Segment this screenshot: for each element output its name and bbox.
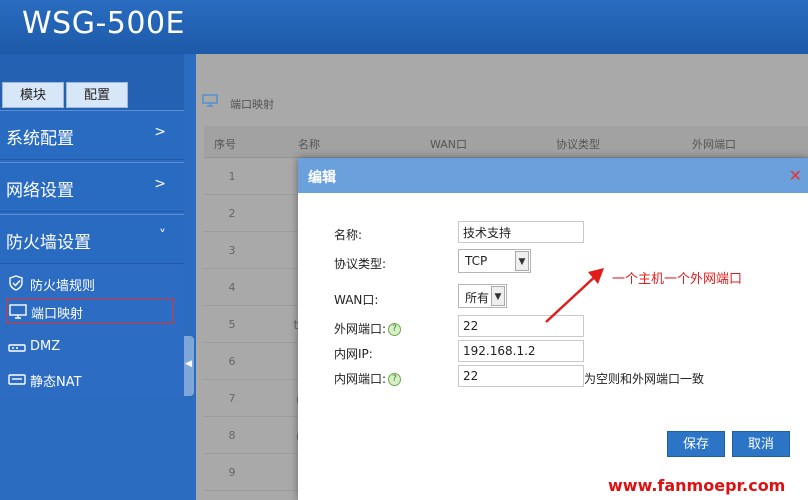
- sidebar-item-port-mapping[interactable]: 端口映射: [6, 298, 174, 324]
- column-header-wan: WAN口: [430, 138, 468, 151]
- chevron-left-icon: ◀: [185, 359, 192, 369]
- menu-group-label: 网络设置: [6, 181, 74, 201]
- breadcrumb: 端口映射: [230, 98, 274, 111]
- row-index: 9: [228, 466, 236, 479]
- sidebar-collapse-handle[interactable]: ◀: [184, 336, 194, 396]
- edit-dialog: 编辑 ✕ 名称: 协议类型: TCP ▼ WAN口: 所有 ▼ 外网端口:? 内…: [298, 158, 808, 500]
- row-index: 3: [228, 244, 236, 257]
- router-icon: [8, 344, 26, 352]
- name-label: 名称:: [334, 228, 363, 242]
- help-icon[interactable]: ?: [388, 373, 402, 386]
- row-index: 2: [228, 207, 236, 220]
- row-index: 7: [228, 392, 236, 405]
- monitor-icon: [9, 304, 27, 319]
- chevron-right-icon: >: [154, 124, 166, 140]
- watermark: www.fanmoepr.com: [608, 476, 786, 495]
- table-header: 序号 名称 WAN口 协议类型 外网端口: [204, 126, 808, 158]
- row-index: 5: [228, 318, 236, 331]
- external-port-label-text: 外网端口:: [334, 322, 387, 336]
- sidebar-item-dmz[interactable]: DMZ: [6, 335, 174, 361]
- sidebar-item-firewall-rules[interactable]: 防火墙规则: [6, 271, 174, 297]
- menu-group-network-settings[interactable]: 网络设置 >: [0, 162, 184, 212]
- internal-port-input[interactable]: [458, 365, 584, 387]
- name-input[interactable]: [458, 221, 584, 243]
- internal-port-label: 内网端口:?: [334, 370, 402, 387]
- internal-ip-label: 内网IP:: [334, 347, 373, 361]
- wan-value: 所有: [465, 291, 490, 305]
- tab-modules[interactable]: 模块: [2, 82, 64, 108]
- chevron-down-icon: ˅: [159, 228, 166, 244]
- column-header-index: 序号: [214, 138, 236, 151]
- sidebar-splitter: [184, 54, 196, 500]
- chevron-right-icon: >: [154, 176, 166, 192]
- sidebar-item-label: 静态NAT: [30, 375, 82, 390]
- app-header: WSG-500E: [0, 0, 808, 54]
- sidebar-item-label: 端口映射: [31, 307, 84, 322]
- menu-group-system-config[interactable]: 系统配置 >: [0, 110, 184, 160]
- wan-select[interactable]: 所有 ▼: [458, 284, 507, 308]
- sidebar-tabs: 模块 配置: [0, 54, 184, 110]
- dialog-title: 编辑: [308, 170, 336, 186]
- internal-port-hint: 为空则和外网端口一致: [584, 372, 705, 386]
- column-header-external-port: 外网端口: [692, 138, 736, 151]
- protocol-value: TCP: [465, 254, 488, 268]
- column-header-name: 名称: [298, 138, 320, 151]
- protocol-label: 协议类型:: [334, 257, 387, 271]
- monitor-icon: [202, 94, 218, 107]
- menu-group-label: 防火墙设置: [6, 233, 91, 253]
- app-title: WSG-500E: [22, 6, 185, 41]
- tab-config[interactable]: 配置: [66, 82, 128, 108]
- annotation-text: 一个主机一个外网端口: [612, 272, 743, 287]
- firewall-submenu: 防火墙规则 端口映射 DMZ 静态NAT: [0, 265, 184, 397]
- menu-group-firewall-settings[interactable]: 防火墙设置 ˅: [0, 214, 184, 264]
- column-header-protocol: 协议类型: [556, 138, 600, 151]
- sidebar: 模块 配置 系统配置 > 网络设置 > 防火墙设置 ˅ 防火墙规则 端口映射 D…: [0, 54, 184, 500]
- row-index: 1: [228, 170, 236, 183]
- close-icon[interactable]: ✕: [789, 166, 802, 185]
- internal-ip-input[interactable]: [458, 340, 584, 362]
- annotation-arrow-icon: [545, 268, 604, 323]
- save-button[interactable]: 保存: [667, 431, 725, 457]
- shield-check-icon: [9, 275, 23, 291]
- sidebar-item-label: 防火墙规则: [30, 279, 96, 294]
- chevron-down-icon: ▼: [515, 251, 529, 271]
- sidebar-item-label: DMZ: [30, 339, 61, 354]
- dialog-titlebar: 编辑 ✕: [298, 158, 808, 193]
- protocol-select[interactable]: TCP ▼: [458, 249, 531, 273]
- external-port-label: 外网端口:?: [334, 320, 402, 337]
- row-index: 4: [228, 281, 236, 294]
- network-icon: [8, 374, 26, 385]
- row-index: 6: [228, 355, 236, 368]
- wan-label: WAN口:: [334, 293, 379, 307]
- sidebar-item-static-nat[interactable]: 静态NAT: [6, 367, 174, 393]
- internal-port-label-text: 内网端口:: [334, 372, 387, 386]
- row-index: 8: [228, 429, 236, 442]
- help-icon[interactable]: ?: [388, 323, 402, 336]
- menu-group-label: 系统配置: [6, 129, 74, 149]
- chevron-down-icon: ▼: [491, 286, 505, 306]
- cancel-button[interactable]: 取消: [732, 431, 790, 457]
